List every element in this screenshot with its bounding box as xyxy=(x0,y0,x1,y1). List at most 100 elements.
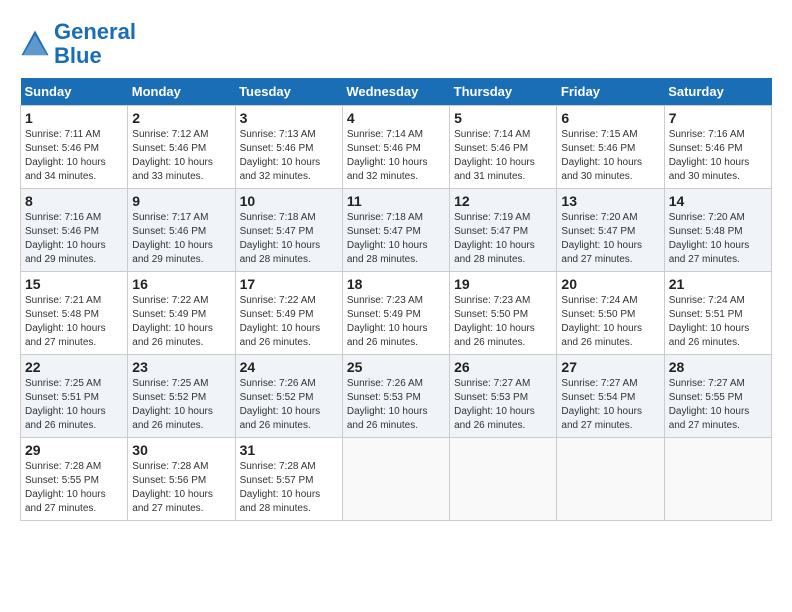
day-number: 24 xyxy=(240,359,338,375)
day-info: Sunrise: 7:24 AMSunset: 5:50 PMDaylight:… xyxy=(561,294,659,350)
calendar-cell-9: 9Sunrise: 7:17 AMSunset: 5:46 PMDaylight… xyxy=(128,189,235,272)
logo: General Blue xyxy=(20,20,136,68)
day-number: 3 xyxy=(240,110,338,126)
day-info: Sunrise: 7:23 AMSunset: 5:50 PMDaylight:… xyxy=(454,294,552,350)
calendar-cell-2: 2 Sunrise: 7:12 AMSunset: 5:46 PMDaylight… xyxy=(128,106,235,189)
logo-icon xyxy=(20,29,50,59)
day-info: Sunrise: 7:16 AMSunset: 5:46 PMDaylight:… xyxy=(25,211,123,267)
calendar-cell-4: 4 Sunrise: 7:14 AMSunset: 5:46 PMDaylight… xyxy=(342,106,449,189)
calendar-table: SundayMondayTuesdayWednesdayThursdayFrid… xyxy=(20,78,772,521)
calendar-cell-3: 3 Sunrise: 7:13 AMSunset: 5:46 PMDaylight… xyxy=(235,106,342,189)
day-info: Sunrise: 7:18 AMSunset: 5:47 PMDaylight:… xyxy=(347,211,445,267)
day-info: Sunrise: 7:15 AMSunset: 5:46 PMDaylight:… xyxy=(561,128,659,184)
page-header: General Blue xyxy=(20,20,772,68)
day-number: 26 xyxy=(454,359,552,375)
day-number: 14 xyxy=(669,193,767,209)
day-info: Sunrise: 7:19 AMSunset: 5:47 PMDaylight:… xyxy=(454,211,552,267)
day-number: 25 xyxy=(347,359,445,375)
calendar-cell-31: 31 Sunrise: 7:28 AMSunset: 5:57 PMDayligh… xyxy=(235,438,342,521)
calendar-cell-22: 22 Sunrise: 7:25 AMSunset: 5:51 PMDayligh… xyxy=(21,355,128,438)
day-number: 4 xyxy=(347,110,445,126)
calendar-week-4: 22 Sunrise: 7:25 AMSunset: 5:51 PMDayligh… xyxy=(21,355,772,438)
day-number: 5 xyxy=(454,110,552,126)
day-number: 10 xyxy=(240,193,338,209)
day-number: 31 xyxy=(240,442,338,458)
header-row: SundayMondayTuesdayWednesdayThursdayFrid… xyxy=(21,78,772,106)
day-number: 18 xyxy=(347,276,445,292)
day-info: Sunrise: 7:18 AMSunset: 5:47 PMDaylight:… xyxy=(240,211,338,267)
day-info: Sunrise: 7:14 AMSunset: 5:46 PMDaylight:… xyxy=(347,128,445,184)
day-number: 28 xyxy=(669,359,767,375)
day-info: Sunrise: 7:27 AMSunset: 5:55 PMDaylight:… xyxy=(669,377,767,433)
day-number: 2 xyxy=(132,110,230,126)
calendar-cell-14: 14 Sunrise: 7:20 AMSunset: 5:48 PMDayligh… xyxy=(664,189,771,272)
day-info: Sunrise: 7:22 AMSunset: 5:49 PMDaylight:… xyxy=(240,294,338,350)
calendar-week-2: 8 Sunrise: 7:16 AMSunset: 5:46 PMDaylight… xyxy=(21,189,772,272)
day-info: Sunrise: 7:25 AMSunset: 5:52 PMDaylight:… xyxy=(132,377,230,433)
day-number: 13 xyxy=(561,193,659,209)
calendar-cell-empty xyxy=(450,438,557,521)
calendar-cell-12: 12 Sunrise: 7:19 AMSunset: 5:47 PMDayligh… xyxy=(450,189,557,272)
calendar-cell-5: 5 Sunrise: 7:14 AMSunset: 5:46 PMDaylight… xyxy=(450,106,557,189)
day-info: Sunrise: 7:20 AMSunset: 5:48 PMDaylight:… xyxy=(669,211,767,267)
calendar-cell-7: 7 Sunrise: 7:16 AMSunset: 5:46 PMDaylight… xyxy=(664,106,771,189)
day-number: 7 xyxy=(669,110,767,126)
day-number: 19 xyxy=(454,276,552,292)
day-header-friday: Friday xyxy=(557,78,664,106)
day-header-tuesday: Tuesday xyxy=(235,78,342,106)
calendar-cell-empty xyxy=(557,438,664,521)
day-number: 22 xyxy=(25,359,123,375)
calendar-cell-10: 10 Sunrise: 7:18 AMSunset: 5:47 PMDayligh… xyxy=(235,189,342,272)
day-number: 8 xyxy=(25,193,123,209)
calendar-cell-30: 30 Sunrise: 7:28 AMSunset: 5:56 PMDayligh… xyxy=(128,438,235,521)
calendar-cell-13: 13 Sunrise: 7:20 AMSunset: 5:47 PMDayligh… xyxy=(557,189,664,272)
day-info: Sunrise: 7:20 AMSunset: 5:47 PMDaylight:… xyxy=(561,211,659,267)
day-number: 16 xyxy=(132,276,230,292)
day-header-wednesday: Wednesday xyxy=(342,78,449,106)
calendar-cell-19: 19 Sunrise: 7:23 AMSunset: 5:50 PMDayligh… xyxy=(450,272,557,355)
day-number: 17 xyxy=(240,276,338,292)
day-header-saturday: Saturday xyxy=(664,78,771,106)
calendar-week-1: 1Sunrise: 7:11 AMSunset: 5:46 PMDaylight… xyxy=(21,106,772,189)
day-number: 30 xyxy=(132,442,230,458)
day-info: Sunrise: 7:23 AMSunset: 5:49 PMDaylight:… xyxy=(347,294,445,350)
calendar-cell-empty xyxy=(342,438,449,521)
day-info: Sunrise: 7:27 AMSunset: 5:53 PMDaylight:… xyxy=(454,377,552,433)
calendar-cell-28: 28 Sunrise: 7:27 AMSunset: 5:55 PMDayligh… xyxy=(664,355,771,438)
calendar-cell-29: 29Sunrise: 7:28 AMSunset: 5:55 PMDayligh… xyxy=(21,438,128,521)
calendar-cell-24: 24Sunrise: 7:26 AMSunset: 5:52 PMDayligh… xyxy=(235,355,342,438)
calendar-cell-6: 6 Sunrise: 7:15 AMSunset: 5:46 PMDaylight… xyxy=(557,106,664,189)
day-info: Sunrise: 7:21 AMSunset: 5:48 PMDaylight:… xyxy=(25,294,123,350)
day-info: Sunrise: 7:25 AMSunset: 5:51 PMDaylight:… xyxy=(25,377,123,433)
day-number: 23 xyxy=(132,359,230,375)
day-number: 12 xyxy=(454,193,552,209)
calendar-cell-empty xyxy=(664,438,771,521)
day-info: Sunrise: 7:26 AMSunset: 5:53 PMDaylight:… xyxy=(347,377,445,433)
day-info: Sunrise: 7:28 AMSunset: 5:56 PMDaylight:… xyxy=(132,460,230,516)
calendar-cell-26: 26 Sunrise: 7:27 AMSunset: 5:53 PMDayligh… xyxy=(450,355,557,438)
calendar-cell-8: 8 Sunrise: 7:16 AMSunset: 5:46 PMDaylight… xyxy=(21,189,128,272)
calendar-cell-21: 21 Sunrise: 7:24 AMSunset: 5:51 PMDayligh… xyxy=(664,272,771,355)
day-header-sunday: Sunday xyxy=(21,78,128,106)
calendar-cell-23: 23 Sunrise: 7:25 AMSunset: 5:52 PMDayligh… xyxy=(128,355,235,438)
day-info: Sunrise: 7:22 AMSunset: 5:49 PMDaylight:… xyxy=(132,294,230,350)
calendar-cell-20: 20Sunrise: 7:24 AMSunset: 5:50 PMDayligh… xyxy=(557,272,664,355)
day-info: Sunrise: 7:14 AMSunset: 5:46 PMDaylight:… xyxy=(454,128,552,184)
logo-text: General Blue xyxy=(54,20,136,68)
calendar-cell-15: 15 Sunrise: 7:21 AMSunset: 5:48 PMDayligh… xyxy=(21,272,128,355)
day-info: Sunrise: 7:28 AMSunset: 5:57 PMDaylight:… xyxy=(240,460,338,516)
day-info: Sunrise: 7:24 AMSunset: 5:51 PMDaylight:… xyxy=(669,294,767,350)
day-header-monday: Monday xyxy=(128,78,235,106)
day-info: Sunrise: 7:13 AMSunset: 5:46 PMDaylight:… xyxy=(240,128,338,184)
day-number: 6 xyxy=(561,110,659,126)
day-info: Sunrise: 7:16 AMSunset: 5:46 PMDaylight:… xyxy=(669,128,767,184)
calendar-cell-18: 18 Sunrise: 7:23 AMSunset: 5:49 PMDayligh… xyxy=(342,272,449,355)
day-info: Sunrise: 7:12 AMSunset: 5:46 PMDaylight:… xyxy=(132,128,230,184)
calendar-cell-16: 16 Sunrise: 7:22 AMSunset: 5:49 PMDayligh… xyxy=(128,272,235,355)
day-header-thursday: Thursday xyxy=(450,78,557,106)
day-info: Sunrise: 7:11 AMSunset: 5:46 PMDaylight:… xyxy=(25,128,123,184)
day-number: 21 xyxy=(669,276,767,292)
calendar-cell-25: 25 Sunrise: 7:26 AMSunset: 5:53 PMDayligh… xyxy=(342,355,449,438)
day-number: 15 xyxy=(25,276,123,292)
day-number: 27 xyxy=(561,359,659,375)
